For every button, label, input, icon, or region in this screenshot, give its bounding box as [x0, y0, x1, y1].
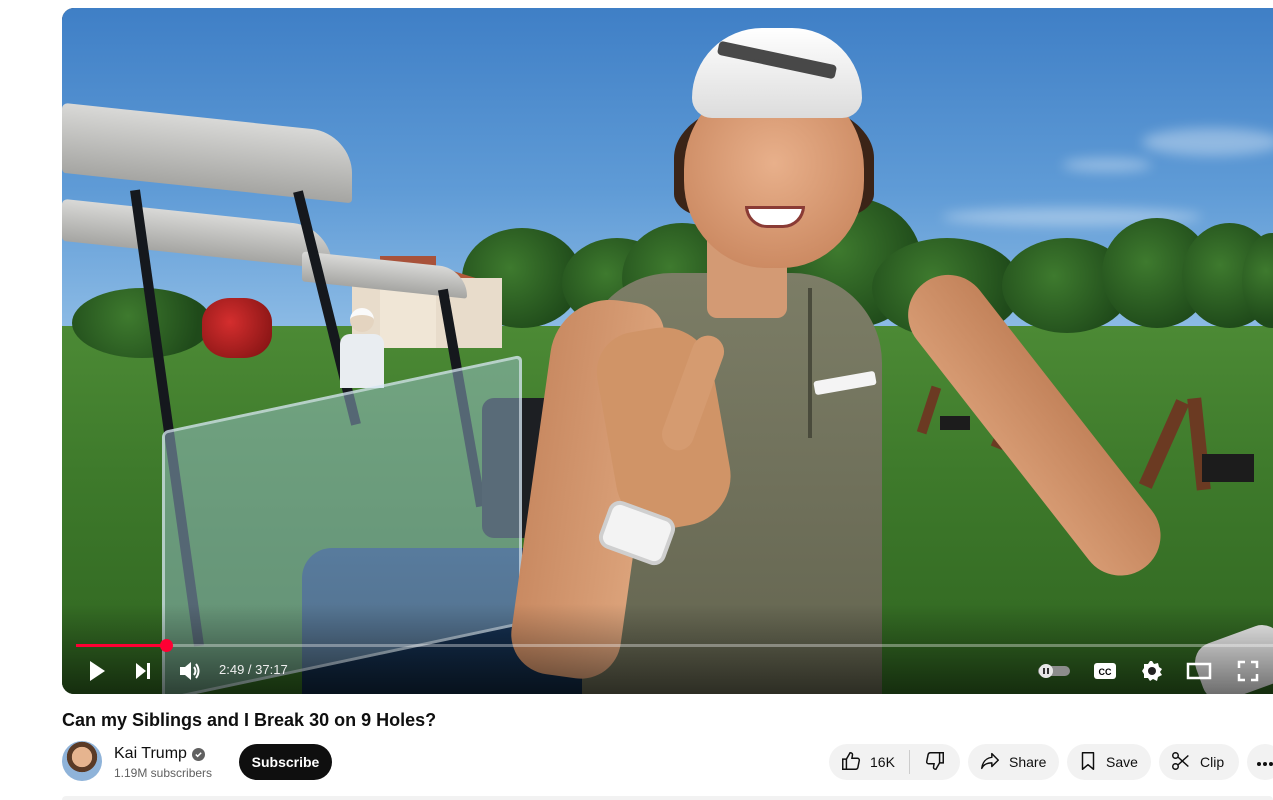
settings-icon: [1140, 659, 1164, 683]
autoplay-toggle-icon: [1037, 663, 1071, 679]
captions-icon: CC: [1093, 661, 1117, 681]
captions-button[interactable]: CC: [1091, 658, 1119, 684]
like-dislike-group: 16K: [829, 744, 960, 780]
like-count: 16K: [870, 754, 895, 770]
like-button[interactable]: 16K: [829, 744, 909, 780]
channel-name-link[interactable]: Kai Trump: [114, 744, 205, 764]
clip-label: Clip: [1200, 754, 1225, 770]
volume-icon: [178, 660, 202, 682]
more-actions-button[interactable]: [1247, 744, 1273, 780]
play-icon: [87, 660, 107, 682]
progress-fill: [76, 644, 167, 647]
next-icon: [133, 661, 153, 681]
mute-button[interactable]: [176, 658, 204, 684]
bookmark-icon: [1078, 750, 1098, 775]
thumbs-up-icon: [840, 750, 862, 775]
video-frame: [62, 8, 1273, 694]
video-player[interactable]: 2:49 / 37:17 CC: [62, 8, 1273, 694]
share-icon: [979, 750, 1001, 775]
subscribe-button[interactable]: Subscribe: [239, 744, 332, 780]
channel-avatar[interactable]: [62, 741, 102, 781]
more-horizontal-icon: [1256, 754, 1273, 770]
theater-mode-button[interactable]: [1184, 658, 1214, 684]
clip-button[interactable]: Clip: [1159, 744, 1239, 780]
fullscreen-icon: [1237, 660, 1259, 682]
save-button[interactable]: Save: [1067, 744, 1151, 780]
time-display: 2:49 / 37:17: [219, 662, 288, 677]
dislike-button[interactable]: [910, 744, 960, 780]
theater-mode-icon: [1186, 662, 1212, 680]
settings-button[interactable]: [1138, 658, 1166, 684]
fullscreen-button[interactable]: [1234, 658, 1262, 684]
autoplay-toggle[interactable]: [1036, 660, 1072, 682]
thumbs-down-icon: [924, 750, 946, 775]
verified-badge-icon: [191, 747, 205, 761]
subscriber-count: 1.19M subscribers: [114, 766, 213, 780]
next-button[interactable]: [130, 658, 156, 684]
save-label: Save: [1106, 754, 1138, 770]
svg-text:CC: CC: [1099, 667, 1112, 677]
progress-bar[interactable]: [76, 639, 1273, 652]
channel-name: Kai Trump: [114, 745, 187, 762]
description-box-edge: [62, 796, 1273, 800]
play-button[interactable]: [84, 658, 110, 684]
share-label: Share: [1009, 754, 1047, 770]
scissors-icon: [1170, 750, 1192, 775]
video-title: Can my Siblings and I Break 30 on 9 Hole…: [62, 710, 437, 730]
share-button[interactable]: Share: [968, 744, 1059, 780]
